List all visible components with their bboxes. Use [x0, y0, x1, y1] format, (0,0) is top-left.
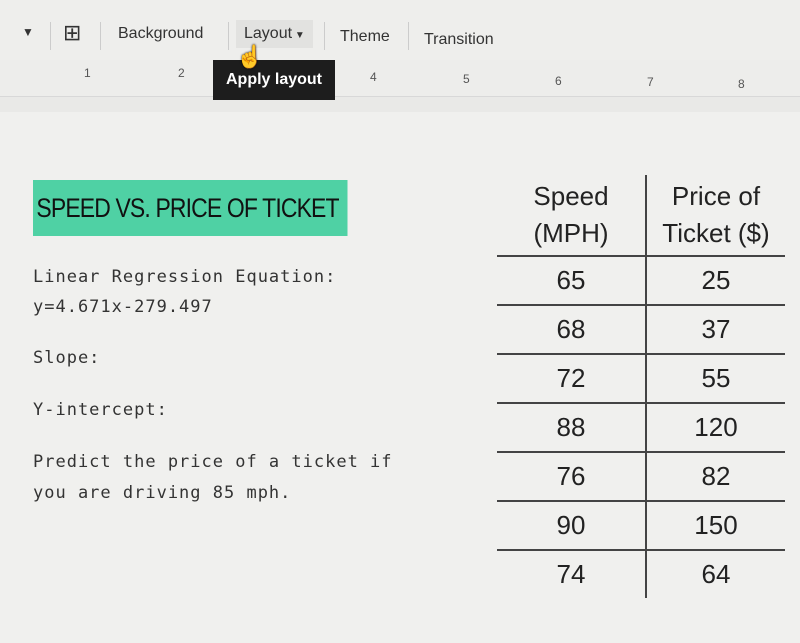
background-button[interactable]: Background	[118, 25, 203, 43]
price-cell: 82	[646, 451, 785, 501]
speed-cell: 74	[497, 549, 647, 598]
predict-line-2: you are driving 85 mph.	[33, 483, 292, 503]
divider	[228, 22, 229, 50]
ruler-number: 7	[647, 75, 654, 89]
speed-cell: 65	[497, 255, 647, 305]
speed-cell: 76	[497, 451, 647, 501]
divider	[408, 22, 409, 50]
add-comment-icon[interactable]: ⊞	[63, 20, 81, 46]
price-cell: 25	[646, 255, 785, 305]
price-cell: 150	[646, 500, 785, 550]
header-price: Price of Ticket ($)	[646, 175, 785, 256]
table-row: 90 150	[497, 500, 785, 550]
layout-label: Layout	[244, 25, 293, 42]
table-row: 65 25	[497, 255, 785, 305]
table-row: 76 82	[497, 451, 785, 501]
intercept-label: Y-intercept:	[33, 400, 168, 420]
dropdown-arrow-icon[interactable]: ▼	[22, 25, 34, 39]
divider	[100, 22, 101, 50]
divider	[324, 22, 325, 50]
predict-line-1: Predict the price of a ticket if	[33, 452, 393, 472]
table-row: 88 120	[497, 402, 785, 452]
hand-cursor-icon: ☝	[236, 44, 264, 69]
theme-button[interactable]: Theme	[340, 28, 390, 46]
header-line: Speed	[533, 181, 609, 211]
chevron-down-icon: ▼	[292, 30, 305, 41]
apply-layout-tooltip: Apply layout	[213, 60, 335, 100]
speed-cell: 68	[497, 304, 647, 354]
price-cell: 64	[646, 549, 785, 598]
price-cell: 37	[646, 304, 785, 354]
ruler-number: 4	[370, 70, 377, 84]
table-header: Speed (MPH) Price of Ticket ($)	[497, 175, 785, 256]
price-cell: 55	[646, 353, 785, 403]
price-cell: 120	[646, 402, 785, 452]
data-table[interactable]: Speed (MPH) Price of Ticket ($) 65 25 68 37 …	[497, 175, 785, 598]
header-speed: Speed (MPH)	[497, 175, 647, 256]
ruler-number: 2	[178, 66, 185, 80]
divider	[50, 22, 51, 50]
speed-cell: 72	[497, 353, 647, 403]
equation-label: Linear Regression Equation:	[33, 267, 337, 287]
slope-label: Slope:	[33, 348, 101, 368]
transition-button[interactable]: Transition	[424, 31, 494, 49]
header-line: Ticket ($)	[662, 218, 770, 248]
equation: y=4.671x-279.497	[33, 297, 213, 317]
ruler[interactable]: 1 2 4 5 6 7 8	[0, 60, 800, 97]
speed-cell: 90	[497, 500, 647, 550]
table-row: 72 55	[497, 353, 785, 403]
header-line: Price of	[671, 181, 761, 211]
ruler-number: 6	[555, 74, 562, 88]
ruler-number: 8	[738, 77, 745, 91]
table-row: 74 64	[497, 549, 785, 598]
toolbar: ▼ ⊞ Background Layout ▼ Theme Transition	[0, 0, 800, 61]
speed-cell: 88	[497, 402, 647, 452]
table-row: 68 37	[497, 304, 785, 354]
header-line: (MPH)	[533, 218, 609, 248]
ruler-number: 1	[84, 66, 91, 80]
slide-title[interactable]: Speed vs. Price of Ticket	[33, 180, 348, 236]
ruler-number: 5	[463, 72, 470, 86]
